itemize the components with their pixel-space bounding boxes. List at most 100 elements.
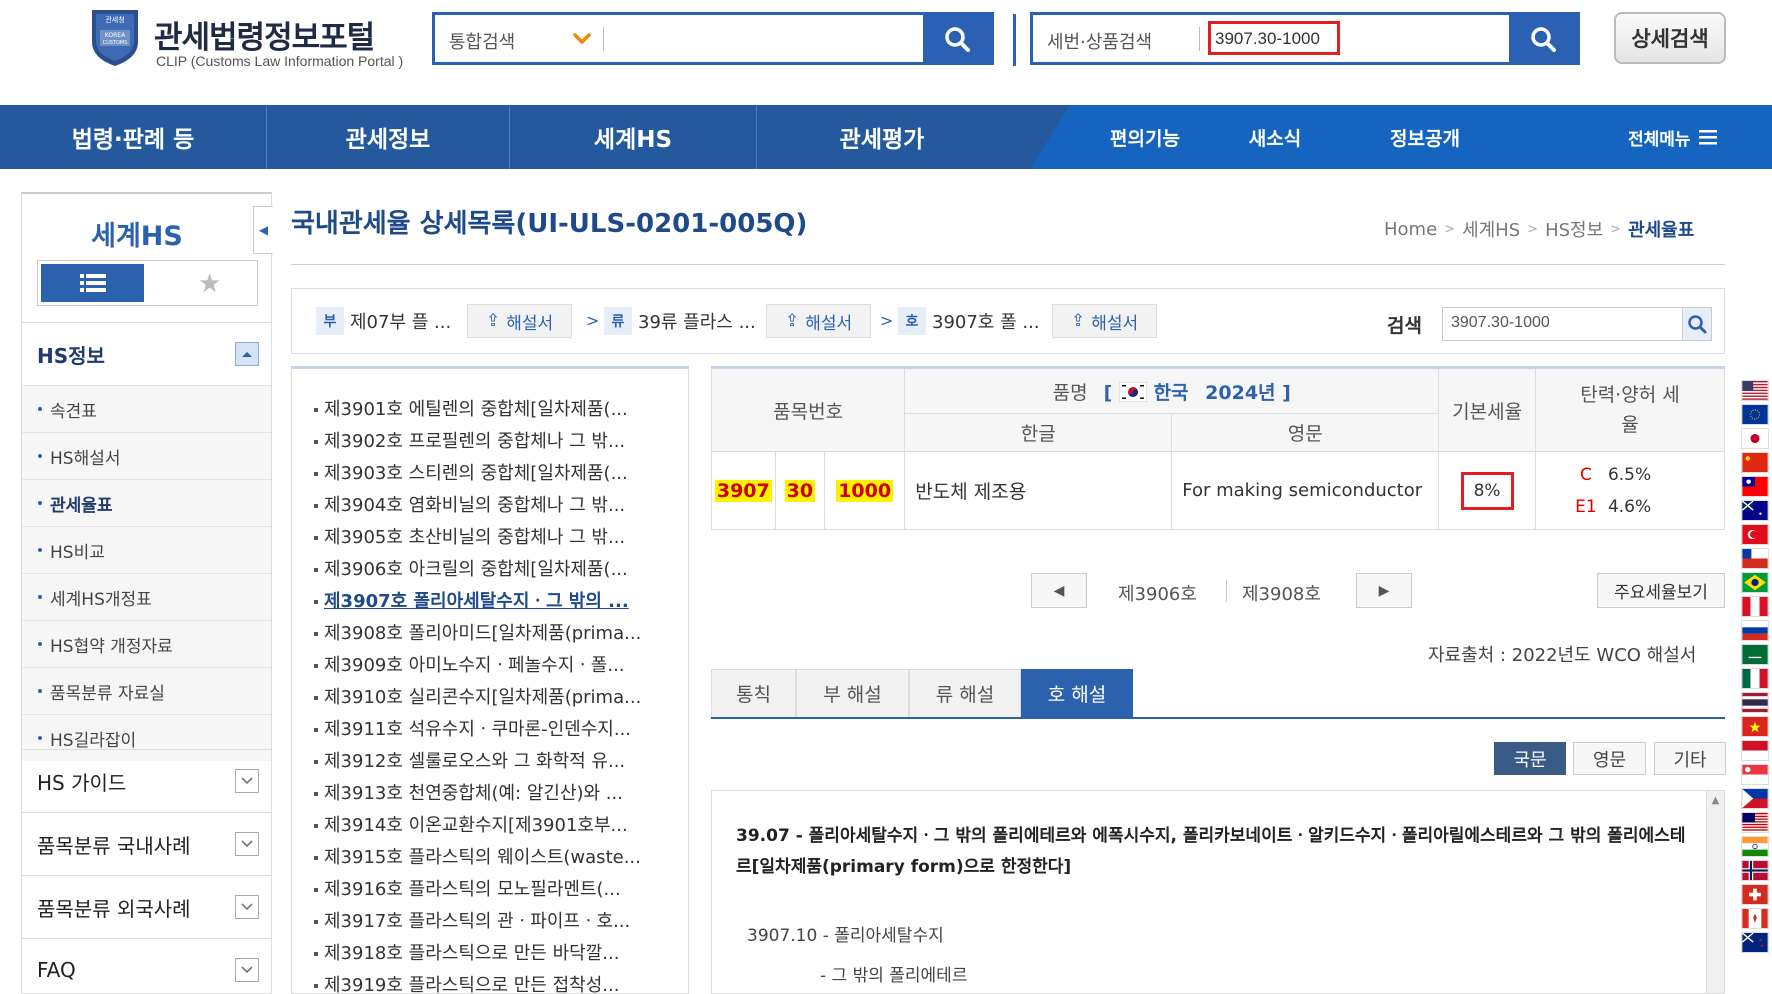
thailand-flag-icon[interactable] (1741, 692, 1769, 713)
heading-list-item[interactable]: 제3915호 플라스틱의 웨이스트(waste... (314, 843, 669, 869)
search-button[interactable] (923, 15, 991, 62)
heading-list-item[interactable]: 제3904호 염화비닐의 중합체나 그 밖... (314, 491, 669, 517)
scroll-up-icon[interactable]: ▲ (1707, 795, 1724, 806)
path-search-input[interactable]: 3907.30-1000 (1442, 307, 1712, 341)
tab-section-notes[interactable]: 부 해설 (796, 669, 909, 717)
heading-list-item[interactable]: 제3901호 에틸렌의 중합체[일차제품(... (314, 395, 669, 421)
chevron-down-icon[interactable] (567, 24, 597, 54)
heading-list-item[interactable]: 제3914호 이온교환수지[제3901호부... (314, 811, 669, 837)
usa-flag-icon[interactable] (1741, 380, 1769, 401)
search-category-select[interactable]: 통합검색 (449, 28, 515, 54)
base-rate-value[interactable]: 8% (1460, 471, 1514, 510)
search-input[interactable] (611, 21, 897, 57)
norway-flag-icon[interactable] (1741, 860, 1769, 881)
saudi-flag-icon[interactable] (1741, 644, 1769, 665)
sidebar-group-head[interactable]: FAQ (22, 939, 271, 994)
heading-list-item[interactable]: 제3902호 프로필렌의 중합체나 그 밖... (314, 427, 669, 453)
heading-list-item[interactable]: 제3908호 폴리아미드[일차제품(prima... (314, 619, 669, 645)
heading-list-item[interactable]: 제3909호 아미노수지ㆍ페놀수지ㆍ폴... (314, 651, 669, 677)
indonesia-flag-icon[interactable] (1741, 740, 1769, 761)
heading-list-item[interactable]: 제3913호 천연중합체(예: 알긴산)와 ... (314, 779, 669, 805)
india-flag-icon[interactable] (1741, 836, 1769, 857)
prev-heading-link[interactable]: 제3906호 (1118, 580, 1197, 606)
heading-list-item[interactable]: 제3906호 아크릴의 중합체[일차제품(... (314, 555, 669, 581)
sidebar-group-head[interactable]: HS정보 (22, 323, 271, 385)
prev-heading-button[interactable]: ◀ (1031, 573, 1087, 608)
heading-list-item[interactable]: 제3905호 초산비닐의 중합체나 그 밖... (314, 523, 669, 549)
heading-list-item[interactable]: 제3919호 플라스틱으로 만든 접착성... (314, 971, 669, 993)
sidebar-group-head[interactable]: HS 가이드 (22, 750, 271, 812)
newzealand-flag-icon[interactable] (1741, 932, 1769, 953)
next-heading-button[interactable]: ▶ (1356, 573, 1412, 608)
lang-english-button[interactable]: 영문 (1573, 742, 1646, 775)
tab-chapter-notes[interactable]: 류 해설 (909, 669, 1021, 717)
section-explanation-button[interactable]: ⇪ 해설서 (467, 304, 573, 338)
sidebar-collapse-button[interactable]: ◀ (253, 206, 273, 254)
gnb-item-news[interactable]: 새소식 (1210, 105, 1340, 169)
sidebar-item[interactable]: 세계HS개정표 (22, 573, 271, 620)
main-rates-button[interactable]: 주요세율보기 (1597, 573, 1725, 608)
singapore-flag-icon[interactable] (1741, 764, 1769, 785)
path-section[interactable]: 부 제07부 플 ... (316, 307, 451, 335)
gnb-item-world-hs[interactable]: 세계HS (510, 105, 756, 169)
tab-heading-notes[interactable]: 호 해설 (1021, 669, 1133, 717)
heading-list-item[interactable]: 제3910호 실리콘수지[일차제품(prima... (314, 683, 669, 709)
turkey-flag-icon[interactable] (1741, 524, 1769, 545)
chevron-down-icon[interactable] (235, 895, 259, 919)
sidebar-item[interactable]: HS비교 (22, 526, 271, 573)
flex-rate-row[interactable]: C 6.5% (1536, 465, 1724, 485)
brazil-flag-icon[interactable] (1741, 572, 1769, 593)
sidebar-item[interactable]: HS협약 개정자료 (22, 620, 271, 667)
sidebar-group-head[interactable]: 품목분류 외국사례 (22, 876, 271, 938)
mexico-flag-icon[interactable] (1741, 668, 1769, 689)
chevron-down-icon[interactable] (235, 832, 259, 856)
japan-flag-icon[interactable] (1741, 428, 1769, 449)
breadcrumb-item[interactable]: HS정보 (1545, 216, 1603, 242)
detail-search-button[interactable]: 상세검색 (1614, 12, 1726, 64)
gnb-item-customs-info[interactable]: 관세정보 (267, 105, 509, 169)
hs-search-input[interactable]: 3907.30-1000 (1208, 21, 1340, 55)
gnb-item-convenience[interactable]: 편의기능 (1080, 105, 1210, 169)
heading-list-item[interactable]: 제3903호 스티렌의 중합체[일차제품(... (314, 459, 669, 485)
china-flag-icon[interactable] (1741, 452, 1769, 473)
all-menu-button[interactable]: 전체메뉴 (1628, 105, 1719, 169)
heading-list-item[interactable]: 제3912호 셀룰로오스와 그 화학적 유... (314, 747, 669, 773)
heading-list-item-active[interactable]: 제3907호 폴리아세탈수지ㆍ그 밖의 ... (314, 587, 669, 613)
heading-list-item[interactable]: 제3916호 플라스틱의 모노필라멘트(... (314, 875, 669, 901)
sidebar-item[interactable]: 속견표 (22, 385, 271, 432)
heading-explanation-button[interactable]: ⇪ 해설서 (1052, 304, 1158, 338)
path-heading[interactable]: 호 3907호 폴 ... (898, 307, 1040, 335)
chile-flag-icon[interactable] (1741, 548, 1769, 569)
site-logo[interactable]: 관세청 KOREA CUSTOMS 관세법령정보포털 CLIP (Customs… (88, 8, 418, 72)
sidebar-item-active[interactable]: 관세율표 (22, 479, 271, 526)
switzerland-flag-icon[interactable] (1741, 884, 1769, 905)
vietnam-flag-icon[interactable] (1741, 716, 1769, 737)
breadcrumb-home[interactable]: Home (1384, 219, 1437, 240)
chevron-down-icon[interactable] (235, 769, 259, 793)
hs-search-button[interactable] (1509, 15, 1577, 62)
tab-menu-list[interactable] (41, 264, 144, 302)
country-year-selector[interactable]: [ 한국 2024년 ] (1104, 381, 1291, 404)
path-chapter[interactable]: 류 39류 플라스 ... (604, 307, 756, 335)
breadcrumb-item[interactable]: 세계HS (1462, 216, 1520, 242)
gnb-item-disclosure[interactable]: 정보공개 (1360, 105, 1490, 169)
sidebar-group-head[interactable]: 품목분류 국내사례 (22, 813, 271, 875)
scrollbar[interactable]: ▲ (1706, 791, 1724, 993)
chevron-up-icon[interactable] (235, 342, 259, 366)
path-search-button[interactable] (1682, 307, 1712, 341)
chevron-down-icon[interactable] (235, 958, 259, 982)
gnb-item-law[interactable]: 법령·판례 등 (0, 105, 266, 169)
philippines-flag-icon[interactable] (1741, 788, 1769, 809)
taiwan-flag-icon[interactable] (1741, 476, 1769, 497)
next-heading-link[interactable]: 제3908호 (1242, 580, 1321, 606)
australia-flag-icon[interactable] (1741, 500, 1769, 521)
lang-other-button[interactable]: 기타 (1654, 742, 1726, 775)
lang-korean-button[interactable]: 국문 (1494, 742, 1566, 775)
russia-flag-icon[interactable] (1741, 620, 1769, 641)
sidebar-item[interactable]: HS해설서 (22, 432, 271, 479)
heading-list-item[interactable]: 제3918호 플라스틱으로 만든 바닥깔... (314, 939, 669, 965)
malaysia-flag-icon[interactable] (1741, 812, 1769, 833)
chapter-explanation-button[interactable]: ⇪ 해설서 (766, 304, 872, 338)
tab-general-rules[interactable]: 통칙 (711, 669, 796, 717)
sidebar-item[interactable]: 품목분류 자료실 (22, 667, 271, 714)
